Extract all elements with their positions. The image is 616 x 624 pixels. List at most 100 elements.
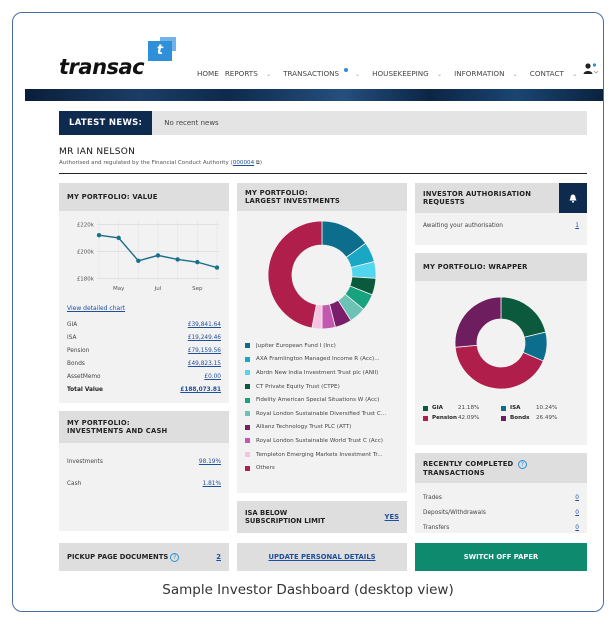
portfolio-value-value-link[interactable]: £0.00 — [204, 374, 221, 380]
news-tag: LATEST NEWS: — [59, 111, 153, 135]
portfolio-value-value-link[interactable]: £39,841.64 — [188, 322, 221, 328]
portfolio-value-label: AssetMemo — [67, 373, 101, 380]
portfolio-value-value-link[interactable]: £188,073.81 — [180, 387, 221, 393]
portfolio-wrapper-title: MY PORTFOLIO: WRAPPER — [415, 253, 587, 281]
value-point[interactable] — [116, 235, 121, 241]
legend-item[interactable]: CT Private Equity Trust (CTPE) — [245, 380, 399, 394]
wrapper-legend-percent: 21.18% — [458, 405, 480, 411]
legend-label: Royal London Sustainable World Trust C (… — [256, 437, 383, 444]
recent-transactions-label: Transfers — [423, 524, 450, 531]
portfolio-value-label: Pension — [67, 347, 90, 354]
dashboard-page: t transac HOME REPORTS ⌄ TRANSACTIONS ⌄ H… — [25, 33, 603, 573]
value-point[interactable] — [96, 232, 102, 238]
largest-investments-panel: MY PORTFOLIO: LARGEST INVESTMENTS Jupite… — [237, 183, 407, 493]
legend-item[interactable]: Fidelity American Special Situations W (… — [245, 393, 399, 407]
legend-label: Templeton Emerging Markets Investment Tr… — [256, 451, 383, 458]
value-point[interactable] — [175, 257, 180, 262]
logo-mark: t — [148, 41, 172, 61]
notification-dot-icon — [344, 68, 349, 72]
recent-transactions-value-link[interactable]: 0 — [575, 510, 579, 516]
view-detailed-chart-link[interactable]: View detailed chart — [59, 305, 229, 312]
investments-cash-label: Cash — [67, 481, 82, 487]
main-nav: HOME REPORTS ⌄ TRANSACTIONS ⌄ HOUSEKEEPIN… — [197, 68, 589, 78]
portfolio-value-value-link[interactable]: £19,249.46 — [188, 335, 221, 341]
legend-item[interactable]: Others — [245, 461, 399, 475]
legend-item[interactable]: Templeton Emerging Markets Investment Tr… — [245, 448, 399, 462]
value-point[interactable] — [195, 259, 200, 265]
portfolio-value-value-link[interactable]: £49,823.15 — [188, 361, 221, 367]
portfolio-value-row: AssetMemo £0.00 — [59, 370, 229, 383]
update-personal-details-label: UPDATE PERSONAL DETAILS — [268, 553, 376, 561]
recent-transactions-value-link[interactable]: 0 — [575, 525, 579, 531]
wrapper-legend-percent: 10.24% — [536, 405, 558, 411]
wrapper-legend-item[interactable]: GIA 21.18% — [423, 405, 501, 411]
legend-item[interactable]: Allianz Technology Trust PLC (ATT) — [245, 421, 399, 435]
bell-icon[interactable] — [559, 183, 587, 213]
pickup-documents-text: PICKUP PAGE DOCUMENTS — [67, 552, 169, 561]
external-link-icon: ⧉ — [255, 160, 260, 166]
chevron-down-icon: ⌄ — [355, 71, 361, 78]
legend-label: Allianz Technology Trust PLC (ATT) — [256, 424, 352, 431]
legend-swatch — [245, 452, 250, 458]
portfolio-value-row: Bonds £49,823.15 — [59, 357, 229, 370]
caption: Sample Investor Dashboard (desktop view) — [162, 582, 454, 598]
authorisation-count-link[interactable]: 1 — [575, 223, 579, 229]
portfolio-value-title: MY PORTFOLIO: VALUE — [59, 183, 229, 211]
help-icon[interactable]: ? — [517, 459, 527, 469]
screenshot-frame: t transac HOME REPORTS ⌄ TRANSACTIONS ⌄ H… — [12, 12, 604, 612]
portfolio-value-row: GIA £39,841.64 — [59, 318, 229, 331]
value-point[interactable] — [155, 253, 161, 258]
news-bar: LATEST NEWS: No recent news — [59, 111, 587, 135]
portfolio-wrapper-legend: GIA 21.18% ISA 10.24% Pension 42.09% Bonds 26.4… — [415, 405, 587, 421]
switch-off-paper-button[interactable]: SWITCH OFF PAPER — [415, 543, 587, 571]
nav-transactions[interactable]: TRANSACTIONS ⌄ — [283, 68, 366, 78]
wrapper-legend-item[interactable]: Bonds 26.49% — [501, 415, 579, 421]
nav-housekeeping-label: HOUSEKEEPING — [372, 69, 429, 78]
legend-item[interactable]: Royal London Sustainable World Trust C (… — [245, 434, 399, 448]
pickup-documents-count[interactable]: 2 — [216, 553, 221, 561]
legend-swatch — [423, 405, 428, 411]
donut-slice[interactable] — [267, 220, 323, 329]
donut-slice[interactable] — [454, 296, 502, 348]
legend-item[interactable]: Jupiter European Fund I (Inc) — [245, 339, 399, 353]
recent-transactions-row: Deposits/Withdrawals 0 — [415, 505, 587, 520]
legend-item[interactable]: Abrdn New India Investment Trust plc (AN… — [245, 366, 399, 380]
legend-swatch — [501, 405, 506, 411]
isa-subscription-value[interactable]: YES — [385, 513, 399, 521]
legend-item[interactable]: Royal London Sustainable Diversified Tru… — [245, 407, 399, 421]
nav-transactions-label: TRANSACTIONS — [283, 69, 340, 78]
legend-label: Others — [256, 465, 275, 472]
portfolio-value-label: Bonds — [67, 360, 85, 367]
nav-reports[interactable]: REPORTS ⌄ — [225, 69, 277, 78]
investments-cash-value-link[interactable]: 98.19% — [199, 459, 221, 465]
recent-transactions-value-link[interactable]: 0 — [575, 495, 579, 501]
value-point[interactable] — [214, 265, 220, 270]
investments-cash-row: Investments 98.19% — [59, 451, 229, 473]
legend-item[interactable]: AXA Framlington Managed Income R (Acc)..… — [245, 353, 399, 367]
investments-cash-title-1: MY PORTFOLIO: — [67, 419, 130, 427]
authorisation-title-2: REQUESTS — [423, 198, 465, 206]
client-name: MR IAN NELSON — [59, 147, 136, 157]
portfolio-value-value-link[interactable]: £79,159.56 — [188, 348, 221, 354]
fca-reference-link[interactable]: 000004 — [233, 160, 254, 166]
nav-contact[interactable]: CONTACT ⌄ — [530, 69, 583, 78]
nav-home[interactable]: HOME — [197, 69, 219, 78]
portfolio-wrapper-donut — [454, 296, 548, 390]
update-personal-details-button[interactable]: UPDATE PERSONAL DETAILS — [237, 543, 407, 571]
nav-housekeeping[interactable]: HOUSEKEEPING ⌄ — [372, 69, 448, 78]
legend-swatch — [245, 370, 250, 376]
help-icon[interactable]: ? — [170, 552, 180, 562]
value-point[interactable] — [136, 258, 141, 263]
wrapper-legend-item[interactable]: ISA 10.24% — [501, 405, 579, 411]
pickup-documents-bar[interactable]: PICKUP PAGE DOCUMENTS? 2 — [59, 543, 229, 571]
wrapper-legend-item[interactable]: Pension 42.09% — [423, 415, 501, 421]
legend-label: Royal London Sustainable Diversified Tru… — [256, 410, 387, 417]
investments-cash-value-link[interactable]: 1.81% — [203, 481, 221, 487]
portfolio-value-rows: GIA £39,841.64 ISA £19,249.46 Pension £79,159… — [59, 318, 229, 396]
nav-contact-label: CONTACT — [529, 69, 564, 78]
user-icon[interactable] — [583, 63, 599, 78]
donut-slice[interactable] — [500, 296, 547, 338]
nav-information[interactable]: INFORMATION ⌄ — [454, 69, 524, 78]
chevron-down-icon: ⌄ — [572, 71, 578, 78]
chevron-down-icon: ⌄ — [512, 71, 518, 78]
